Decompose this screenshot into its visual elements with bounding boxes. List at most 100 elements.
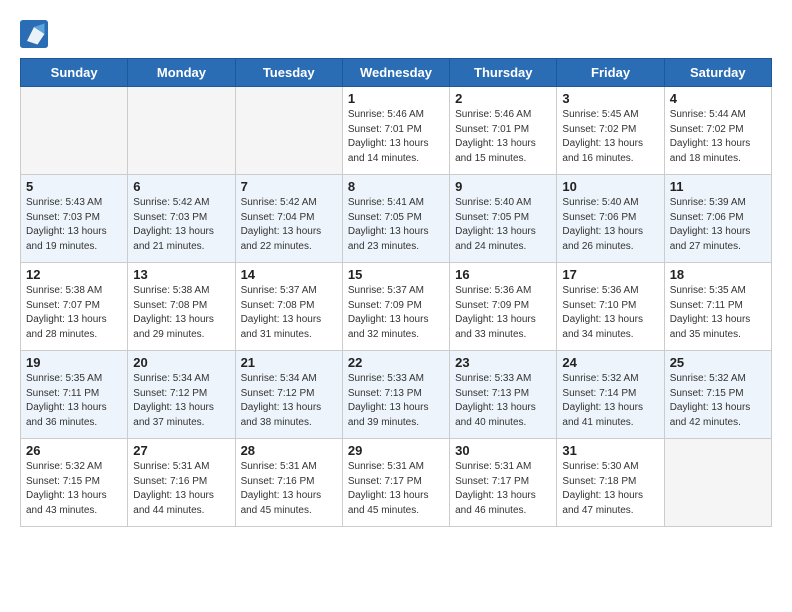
day-info: Sunrise: 5:32 AMSunset: 7:15 PMDaylight:… <box>26 460 122 518</box>
day-info: Sunrise: 5:31 AMSunset: 7:16 PMDaylight:… <box>241 460 337 518</box>
calendar-cell: 29 Sunrise: 5:31 AMSunset: 7:17 PMDayligh… <box>342 439 449 527</box>
calendar-cell: 2 Sunrise: 5:46 AMSunset: 7:01 PMDaylight… <box>450 87 557 175</box>
calendar-cell: 15Sunrise: 5:37 AMSunset: 7:09 PMDayligh… <box>342 263 449 351</box>
day-number: 26 <box>26 443 122 458</box>
day-number: 10 <box>562 179 658 194</box>
day-number: 28 <box>241 443 337 458</box>
day-number: 25 <box>670 355 766 370</box>
day-info: Sunrise: 5:33 AMSunset: 7:13 PMDaylight:… <box>455 372 551 430</box>
day-info: Sunrise: 5:36 AMSunset: 7:09 PMDaylight:… <box>455 284 551 342</box>
calendar-cell: 5 Sunrise: 5:43 AMSunset: 7:03 PMDaylight… <box>21 175 128 263</box>
day-number: 24 <box>562 355 658 370</box>
calendar-week-2: 5 Sunrise: 5:43 AMSunset: 7:03 PMDaylight… <box>21 175 772 263</box>
calendar-cell: 21 Sunrise: 5:34 AMSunset: 7:12 PMDayligh… <box>235 351 342 439</box>
day-info: Sunrise: 5:36 AMSunset: 7:10 PMDaylight:… <box>562 284 658 342</box>
header-saturday: Saturday <box>664 59 771 87</box>
logo-icon <box>20 20 48 48</box>
calendar-cell <box>664 439 771 527</box>
day-info: Sunrise: 5:31 AMSunset: 7:17 PMDaylight:… <box>348 460 444 518</box>
calendar-cell: 7 Sunrise: 5:42 AMSunset: 7:04 PMDaylight… <box>235 175 342 263</box>
calendar-cell: 31 Sunrise: 5:30 AMSunset: 7:18 PMDayligh… <box>557 439 664 527</box>
calendar-cell: 9Sunrise: 5:40 AMSunset: 7:05 PMDaylight… <box>450 175 557 263</box>
day-info: Sunrise: 5:44 AMSunset: 7:02 PMDaylight:… <box>670 108 766 166</box>
day-number: 3 <box>562 91 658 106</box>
day-info: Sunrise: 5:30 AMSunset: 7:18 PMDaylight:… <box>562 460 658 518</box>
calendar-week-1: 1 Sunrise: 5:46 AMSunset: 7:01 PMDaylight… <box>21 87 772 175</box>
calendar-cell: 13 Sunrise: 5:38 AMSunset: 7:08 PMDayligh… <box>128 263 235 351</box>
calendar-cell: 26 Sunrise: 5:32 AMSunset: 7:15 PMDayligh… <box>21 439 128 527</box>
day-info: Sunrise: 5:46 AMSunset: 7:01 PMDaylight:… <box>348 108 444 166</box>
header-thursday: Thursday <box>450 59 557 87</box>
day-info: Sunrise: 5:41 AMSunset: 7:05 PMDaylight:… <box>348 196 444 254</box>
calendar-week-3: 12Sunrise: 5:38 AMSunset: 7:07 PMDayligh… <box>21 263 772 351</box>
header-tuesday: Tuesday <box>235 59 342 87</box>
calendar-cell: 27 Sunrise: 5:31 AMSunset: 7:16 PMDayligh… <box>128 439 235 527</box>
day-number: 29 <box>348 443 444 458</box>
day-info: Sunrise: 5:42 AMSunset: 7:04 PMDaylight:… <box>241 196 337 254</box>
day-number: 6 <box>133 179 229 194</box>
calendar-header-row: SundayMondayTuesdayWednesdayThursdayFrid… <box>21 59 772 87</box>
day-info: Sunrise: 5:35 AMSunset: 7:11 PMDaylight:… <box>670 284 766 342</box>
day-number: 27 <box>133 443 229 458</box>
day-number: 22 <box>348 355 444 370</box>
day-info: Sunrise: 5:40 AMSunset: 7:05 PMDaylight:… <box>455 196 551 254</box>
calendar-cell: 20 Sunrise: 5:34 AMSunset: 7:12 PMDayligh… <box>128 351 235 439</box>
day-number: 20 <box>133 355 229 370</box>
calendar-cell: 23 Sunrise: 5:33 AMSunset: 7:13 PMDayligh… <box>450 351 557 439</box>
day-info: Sunrise: 5:35 AMSunset: 7:11 PMDaylight:… <box>26 372 122 430</box>
day-number: 21 <box>241 355 337 370</box>
calendar-cell <box>235 87 342 175</box>
calendar-cell: 19 Sunrise: 5:35 AMSunset: 7:11 PMDayligh… <box>21 351 128 439</box>
day-info: Sunrise: 5:33 AMSunset: 7:13 PMDaylight:… <box>348 372 444 430</box>
header-friday: Friday <box>557 59 664 87</box>
day-number: 17 <box>562 267 658 282</box>
header-monday: Monday <box>128 59 235 87</box>
day-number: 18 <box>670 267 766 282</box>
day-info: Sunrise: 5:32 AMSunset: 7:15 PMDaylight:… <box>670 372 766 430</box>
day-number: 2 <box>455 91 551 106</box>
calendar-week-5: 26 Sunrise: 5:32 AMSunset: 7:15 PMDayligh… <box>21 439 772 527</box>
calendar-cell: 1 Sunrise: 5:46 AMSunset: 7:01 PMDaylight… <box>342 87 449 175</box>
day-number: 11 <box>670 179 766 194</box>
day-info: Sunrise: 5:40 AMSunset: 7:06 PMDaylight:… <box>562 196 658 254</box>
day-info: Sunrise: 5:34 AMSunset: 7:12 PMDaylight:… <box>241 372 337 430</box>
day-info: Sunrise: 5:46 AMSunset: 7:01 PMDaylight:… <box>455 108 551 166</box>
day-number: 14 <box>241 267 337 282</box>
calendar-cell: 22 Sunrise: 5:33 AMSunset: 7:13 PMDayligh… <box>342 351 449 439</box>
page-header <box>20 20 772 48</box>
day-info: Sunrise: 5:34 AMSunset: 7:12 PMDaylight:… <box>133 372 229 430</box>
day-number: 1 <box>348 91 444 106</box>
calendar-cell: 11 Sunrise: 5:39 AMSunset: 7:06 PMDayligh… <box>664 175 771 263</box>
calendar-cell: 14 Sunrise: 5:37 AMSunset: 7:08 PMDayligh… <box>235 263 342 351</box>
header-wednesday: Wednesday <box>342 59 449 87</box>
day-info: Sunrise: 5:45 AMSunset: 7:02 PMDaylight:… <box>562 108 658 166</box>
calendar-cell: 18 Sunrise: 5:35 AMSunset: 7:11 PMDayligh… <box>664 263 771 351</box>
calendar-cell: 25 Sunrise: 5:32 AMSunset: 7:15 PMDayligh… <box>664 351 771 439</box>
calendar-cell: 6Sunrise: 5:42 AMSunset: 7:03 PMDaylight… <box>128 175 235 263</box>
day-number: 30 <box>455 443 551 458</box>
calendar-cell <box>128 87 235 175</box>
calendar-cell: 24 Sunrise: 5:32 AMSunset: 7:14 PMDayligh… <box>557 351 664 439</box>
day-info: Sunrise: 5:38 AMSunset: 7:08 PMDaylight:… <box>133 284 229 342</box>
day-number: 31 <box>562 443 658 458</box>
calendar-cell: 3 Sunrise: 5:45 AMSunset: 7:02 PMDaylight… <box>557 87 664 175</box>
day-number: 5 <box>26 179 122 194</box>
day-info: Sunrise: 5:37 AMSunset: 7:09 PMDaylight:… <box>348 284 444 342</box>
calendar-cell: 17 Sunrise: 5:36 AMSunset: 7:10 PMDayligh… <box>557 263 664 351</box>
day-number: 23 <box>455 355 551 370</box>
day-number: 8 <box>348 179 444 194</box>
calendar-cell: 4Sunrise: 5:44 AMSunset: 7:02 PMDaylight… <box>664 87 771 175</box>
day-number: 13 <box>133 267 229 282</box>
day-info: Sunrise: 5:32 AMSunset: 7:14 PMDaylight:… <box>562 372 658 430</box>
day-number: 12 <box>26 267 122 282</box>
day-info: Sunrise: 5:43 AMSunset: 7:03 PMDaylight:… <box>26 196 122 254</box>
day-info: Sunrise: 5:31 AMSunset: 7:16 PMDaylight:… <box>133 460 229 518</box>
day-info: Sunrise: 5:37 AMSunset: 7:08 PMDaylight:… <box>241 284 337 342</box>
header-sunday: Sunday <box>21 59 128 87</box>
day-number: 7 <box>241 179 337 194</box>
calendar-cell <box>21 87 128 175</box>
day-info: Sunrise: 5:39 AMSunset: 7:06 PMDaylight:… <box>670 196 766 254</box>
calendar-cell: 30Sunrise: 5:31 AMSunset: 7:17 PMDayligh… <box>450 439 557 527</box>
day-number: 19 <box>26 355 122 370</box>
calendar-cell: 8 Sunrise: 5:41 AMSunset: 7:05 PMDaylight… <box>342 175 449 263</box>
